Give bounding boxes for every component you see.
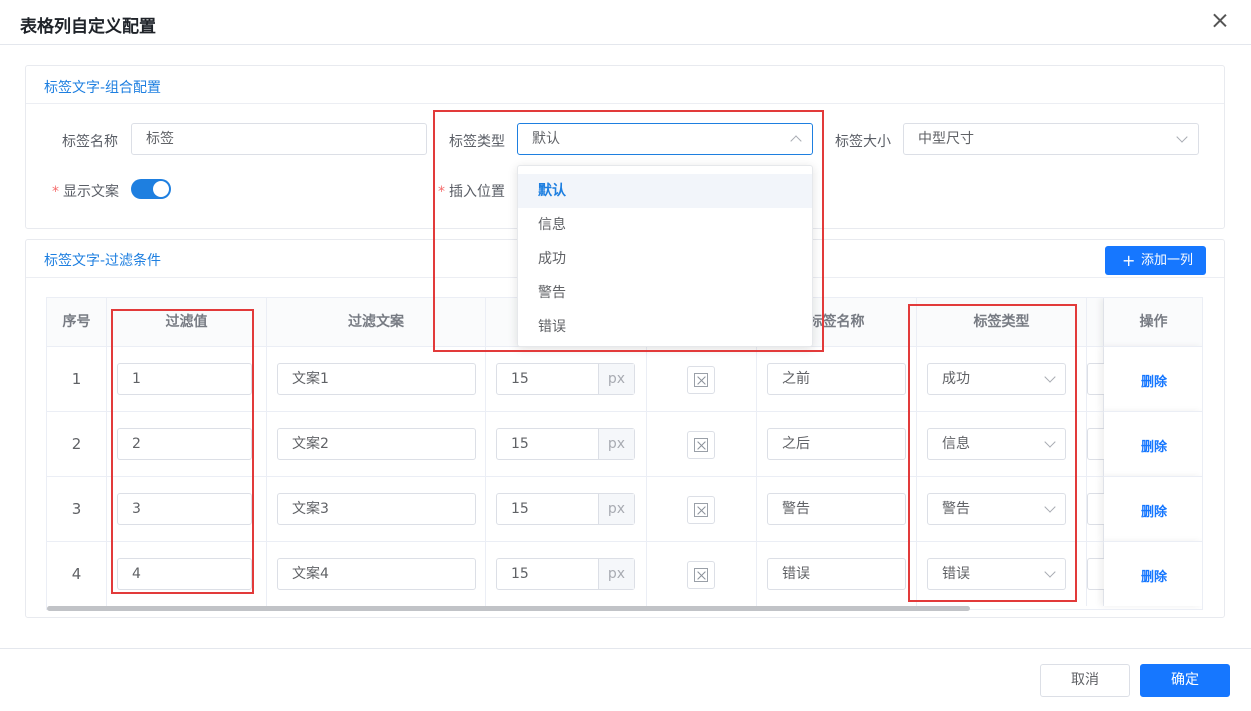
header-action: 操作 [1104,298,1202,346]
size-value: 15 [511,371,529,387]
filter-text-cell: 文案3 [267,476,486,541]
size-input[interactable]: 15 px [496,428,635,460]
seq-cell: 4 [47,541,107,606]
closable-checkbox[interactable] [687,366,715,394]
unit-suffix: px [598,494,634,524]
required-mark: * [52,184,59,200]
cancel-button[interactable]: 取消 [1040,664,1130,697]
delete-link[interactable]: 删除 [1104,501,1202,520]
size-input[interactable]: 15 px [496,363,635,395]
header-extra [1087,298,1104,346]
delete-link[interactable]: 删除 [1104,436,1202,455]
tag-size-value: 中型尺寸 [918,131,974,147]
tag-name-input[interactable]: 之前 [767,363,906,395]
highlight-box [433,110,824,352]
close-cell [647,541,757,606]
highlight-box [111,309,254,594]
filter-text-input[interactable]: 文案4 [277,558,476,590]
show-text-switch[interactable] [131,179,171,199]
filter-text-cell: 文案2 [267,411,486,476]
tag-name-input[interactable]: 标签 [131,123,427,155]
config-dialog: 表格列自定义配置 标签文字-组合配置 标签名称 标签 标签类型 默认 标签大小 … [0,0,1251,711]
unit-suffix: px [598,364,634,394]
close-cell [647,476,757,541]
switch-knob [153,181,169,197]
show-text-label-text: 显示文案 [63,184,119,200]
action-cell: 删除 [1104,411,1202,476]
tag-name-cell: 之后 [757,411,917,476]
close-cell [647,411,757,476]
tag-name-input[interactable]: 错误 [767,558,906,590]
seq-cell: 1 [47,346,107,411]
delete-link[interactable]: 删除 [1104,371,1202,390]
tag-name-label: 标签名称 [62,134,118,150]
size-input[interactable]: 15 px [496,493,635,525]
filter-text-cell: 文案4 [267,541,486,606]
filter-text-cell: 文案1 [267,346,486,411]
add-column-label: 添加一列 [1141,253,1194,268]
tag-name-input[interactable]: 之后 [767,428,906,460]
divider [26,103,1224,104]
filter-text-input[interactable]: 文案1 [277,363,476,395]
extra-cell [1087,411,1107,476]
filter-text-input[interactable]: 文案3 [277,493,476,525]
filter-title: 标签文字-过滤条件 [44,253,162,269]
add-column-button[interactable]: + 添加一列 [1105,246,1206,275]
combo-config-title: 标签文字-组合配置 [44,80,162,96]
close-icon [694,438,708,452]
close-cell [647,346,757,411]
filter-text-input[interactable]: 文案2 [277,428,476,460]
size-cell: 15 px [486,541,647,606]
closable-checkbox[interactable] [687,496,715,524]
close-icon [694,503,708,517]
chevron-down-icon [1176,131,1188,143]
closable-checkbox[interactable] [687,431,715,459]
action-cell: 删除 [1104,541,1202,606]
delete-link[interactable]: 删除 [1104,566,1202,585]
seq-cell: 3 [47,476,107,541]
size-value: 15 [511,566,529,582]
closable-checkbox[interactable] [687,561,715,589]
extra-cell [1087,541,1107,606]
header-seq: 序号 [47,298,107,346]
tag-size-label: 标签大小 [835,134,891,150]
action-cell: 删除 [1104,476,1202,541]
horizontal-scrollbar[interactable] [47,606,970,611]
close-icon [694,373,708,387]
size-cell: 15 px [486,346,647,411]
confirm-button[interactable]: 确定 [1140,664,1230,697]
unit-suffix: px [598,429,634,459]
size-input[interactable]: 15 px [496,558,635,590]
tag-name-cell: 之前 [757,346,917,411]
action-cell: 删除 [1104,346,1202,411]
tag-name-input[interactable]: 警告 [767,493,906,525]
close-icon [694,568,708,582]
size-value: 15 [511,436,529,452]
highlight-box [908,304,1077,602]
tag-name-cell: 警告 [757,476,917,541]
extra-cell [1087,476,1107,541]
extra-cell [1087,346,1107,411]
unit-suffix: px [598,559,634,589]
plus-icon: + [1122,251,1136,270]
size-cell: 15 px [486,476,647,541]
size-cell: 15 px [486,411,647,476]
tag-name-cell: 错误 [757,541,917,606]
tag-size-select[interactable]: 中型尺寸 [903,123,1199,155]
seq-cell: 2 [47,411,107,476]
close-icon[interactable] [1209,10,1231,32]
dialog-title: 表格列自定义配置 [20,17,156,37]
size-value: 15 [511,501,529,517]
dialog-header: 表格列自定义配置 [0,0,1251,45]
show-text-label: * 显示文案 [52,181,119,201]
